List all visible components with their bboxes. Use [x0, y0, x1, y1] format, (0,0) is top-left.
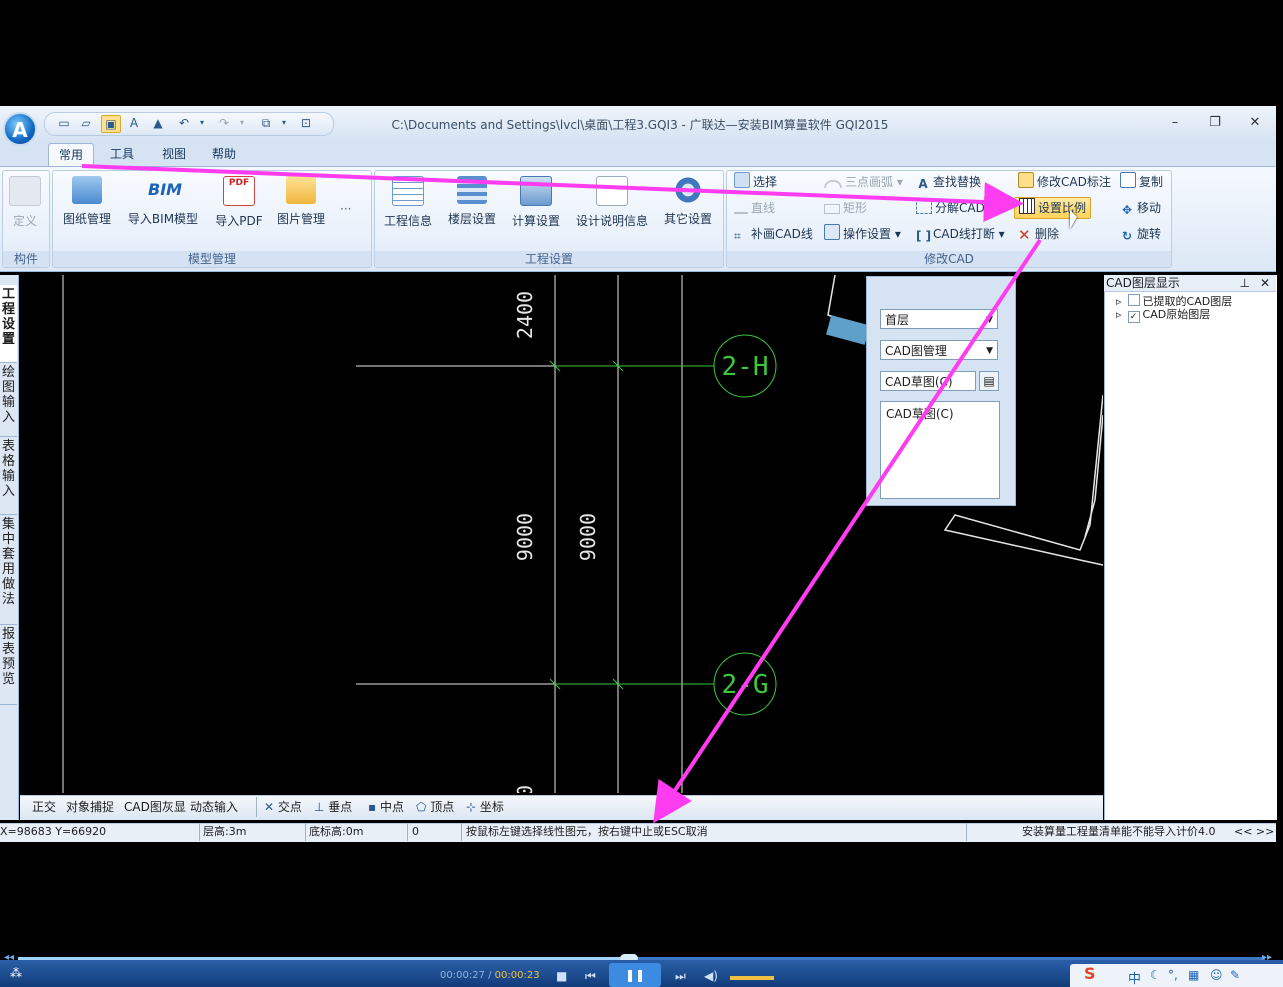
time-separator: /	[488, 970, 492, 981]
mouse-cursor-icon	[1070, 210, 1077, 229]
app-menu-button[interactable]: A	[3, 112, 37, 146]
volume-icon[interactable]: ◀)	[704, 969, 718, 983]
previous-icon[interactable]: ⏮	[585, 969, 596, 984]
sogou-logo-icon: S	[1084, 964, 1096, 983]
ime-tool-icon[interactable]: ✎	[1230, 968, 1240, 982]
ime-chinese-mode[interactable]: 中	[1128, 968, 1141, 987]
annotation-overlay	[81, 164, 1042, 824]
time-current: 00:00:27	[440, 970, 485, 981]
time-total: 00:00:23	[494, 970, 540, 981]
ime-punct-icon[interactable]: °,	[1168, 968, 1178, 982]
next-icon[interactable]: ⏭	[675, 969, 686, 984]
annotation-arrow	[81, 164, 1024, 223]
stop-icon[interactable]: ■	[556, 969, 567, 983]
pause-button[interactable]: ❚❚	[609, 963, 661, 987]
media-player-bar: ⁂ 00:00:27 / 00:00:23 ■ ⏮ ❚❚ ⏭ ◀) S 中 ☾ …	[0, 960, 1283, 987]
ime-moon-icon[interactable]: ☾	[1150, 968, 1161, 982]
annotation-arrow	[653, 238, 1042, 824]
time-display: 00:00:27 / 00:00:23	[440, 970, 540, 981]
player-menu-icon[interactable]: ⁂	[10, 966, 22, 980]
ime-user-icon[interactable]: ☺	[1210, 968, 1223, 982]
ime-keyboard-icon[interactable]: ▦	[1188, 968, 1199, 982]
volume-slider[interactable]	[730, 976, 774, 980]
